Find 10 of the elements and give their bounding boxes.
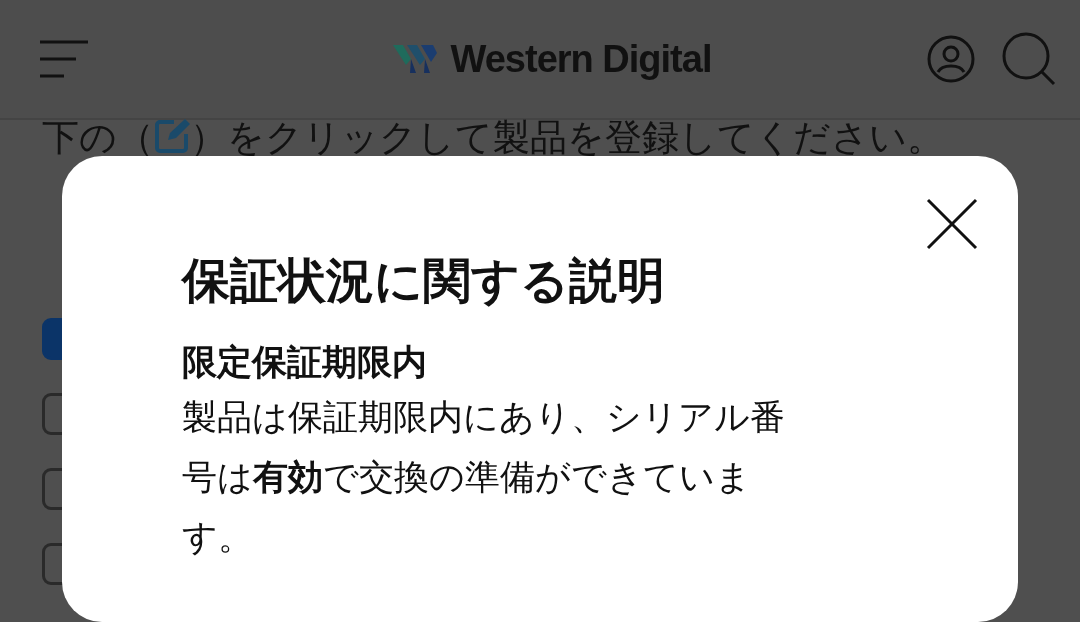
search-icon[interactable] <box>1002 32 1056 86</box>
dialog-subtitle: 限定保証期限内 <box>182 340 428 384</box>
logo[interactable]: Western Digital <box>392 37 712 81</box>
edit-icon <box>154 118 190 154</box>
dialog-text: 製品は保証期限内にあり、シリアル番号は有効で交換の準備ができています。 <box>182 395 786 559</box>
close-icon[interactable] <box>926 198 978 250</box>
instruction-text: 下の（ ）をクリックして製品を登録してください。 <box>42 118 945 158</box>
dialog-title: 保証状況に関する説明 <box>182 252 666 310</box>
account-icon[interactable] <box>926 34 976 84</box>
menu-icon[interactable] <box>38 39 88 79</box>
